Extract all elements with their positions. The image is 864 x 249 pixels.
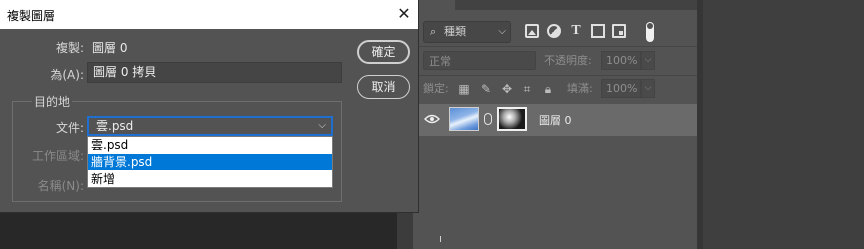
opacity-label: 不透明度:	[544, 54, 592, 67]
search-icon: ⌕	[430, 25, 437, 38]
blend-mode-select[interactable]: 正常	[423, 51, 536, 70]
as-label: 為(A):	[50, 68, 84, 82]
duplicate-label: 複製:	[55, 41, 84, 55]
destination-legend: 目的地	[32, 93, 73, 110]
layer-filter-row: ⌕ 種類 ⌵ T	[413, 16, 697, 46]
right-workspace-area	[697, 0, 864, 249]
fill-dropdown-icon[interactable]: ⌵	[641, 79, 655, 98]
divider	[413, 46, 697, 47]
lock-artboard-icon[interactable]: ⌗	[521, 83, 533, 95]
dialog-titlebar[interactable]: 複製圖層 ✕	[0, 0, 418, 29]
as-name-input[interactable]: 圖層 0 拷貝	[87, 62, 342, 83]
duplicate-layer-dialog: 複製圖層 ✕ 複製: 圖層 0 為(A): 圖層 0 拷貝 確定 取消 目的地 …	[0, 0, 419, 213]
pixel-layer-filter-icon[interactable]	[525, 24, 539, 38]
link-chain-icon[interactable]	[484, 113, 492, 125]
dropdown-option[interactable]: 新增	[88, 171, 332, 187]
layer-name[interactable]: 圖層 0	[539, 112, 572, 128]
type-layer-filter-icon[interactable]: T	[569, 24, 583, 38]
document-label: 文件:	[55, 121, 84, 135]
fill-label: 填滿:	[567, 82, 593, 95]
panel-tab-strip[interactable]	[413, 0, 697, 10]
panel-edge	[697, 0, 703, 249]
filter-kind-select[interactable]: ⌕ 種類 ⌵	[423, 21, 511, 43]
duplicate-source-value: 圖層 0	[92, 41, 128, 55]
cancel-button[interactable]: 取消	[357, 75, 410, 99]
tab-layers[interactable]	[419, 0, 455, 10]
filter-toggle-switch[interactable]	[646, 22, 654, 42]
opacity-dropdown-icon[interactable]: ⌵	[641, 51, 655, 70]
artboard-label: 工作區域:	[31, 149, 84, 163]
blend-row: 正常 不透明度: 100% ⌵	[413, 48, 697, 74]
lock-all-icon[interactable]: 🔒︎	[542, 83, 554, 95]
lock-transparency-icon[interactable]: ▦	[458, 83, 470, 95]
chevron-down-icon: ⌵	[498, 26, 506, 37]
lock-label: 鎖定:	[423, 82, 449, 95]
dropdown-option[interactable]: 雲.psd	[88, 137, 332, 153]
layer-mask-thumbnail[interactable]	[497, 107, 527, 131]
opacity-field[interactable]: 100%	[601, 51, 641, 70]
cursor-caret	[440, 236, 441, 242]
smart-object-filter-icon[interactable]	[612, 24, 626, 38]
document-select-value: 雲.psd	[96, 119, 134, 133]
document-select[interactable]: 雲.psd ⌵	[87, 116, 333, 136]
adjustment-layer-filter-icon[interactable]	[547, 24, 561, 38]
layer-thumbnail[interactable]	[449, 107, 479, 131]
name-label: 名稱(N):	[37, 179, 84, 193]
chevron-down-icon: ⌵	[318, 120, 326, 131]
divider	[413, 75, 697, 76]
dropdown-option-highlighted[interactable]: 牆背景.psd	[88, 154, 332, 170]
lock-image-pixels-icon[interactable]: ✎	[480, 83, 492, 95]
layers-panel: ⌕ 種類 ⌵ T 正常 不透明度: 100% ⌵ 鎖定: ▦ ✎ ✥ ⌗ 🔒︎ …	[413, 0, 697, 249]
layer-row[interactable]: 圖層 0	[413, 104, 697, 136]
lock-row: 鎖定: ▦ ✎ ✥ ⌗ 🔒︎ 填滿: 100% ⌵	[413, 77, 697, 101]
shape-layer-filter-icon[interactable]	[591, 24, 605, 38]
filter-kind-label: 種類	[444, 25, 466, 38]
dialog-title: 複製圖層	[7, 9, 56, 23]
lock-position-icon[interactable]: ✥	[501, 83, 513, 95]
close-icon[interactable]: ✕	[393, 3, 415, 25]
fill-field[interactable]: 100%	[601, 79, 641, 98]
eye-icon[interactable]	[424, 114, 440, 124]
document-dropdown-list: 雲.psd 牆背景.psd 新增	[87, 136, 333, 188]
ok-button[interactable]: 確定	[357, 40, 410, 64]
